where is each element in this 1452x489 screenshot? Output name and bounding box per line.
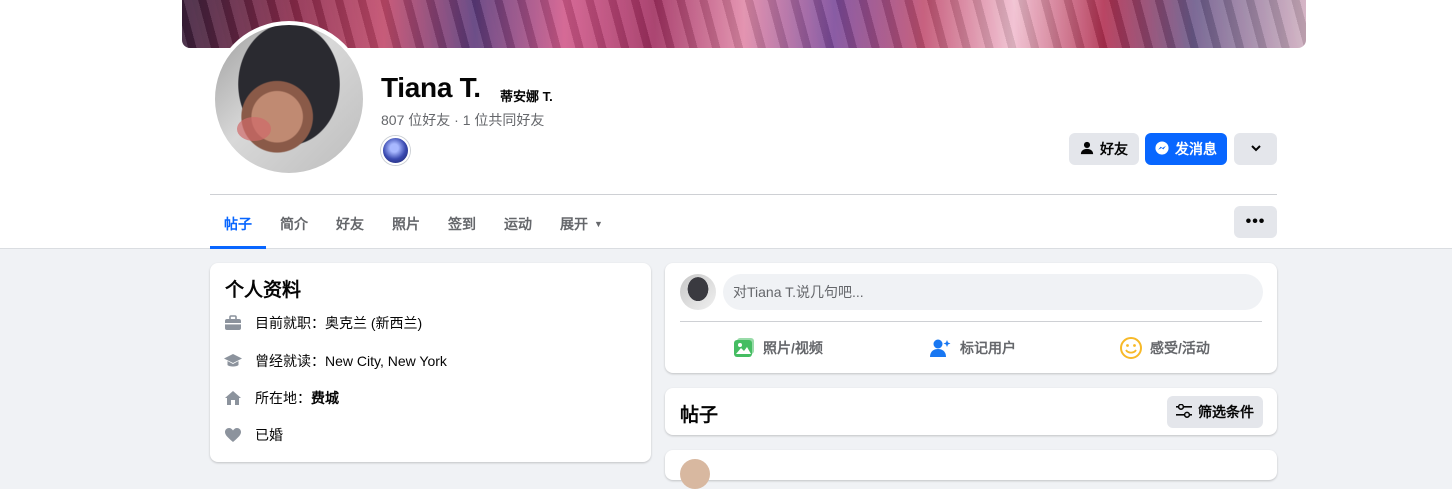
tabs-more-button[interactable]: ••• — [1234, 206, 1277, 238]
post-card — [665, 450, 1277, 489]
intro-title: 个人资料 — [225, 280, 302, 301]
profile-name: Tiana T. — [381, 72, 481, 103]
mutual-friend-avatar[interactable] — [381, 136, 410, 165]
briefcase-icon — [223, 313, 243, 333]
intro-relationship: 已婚 — [223, 425, 283, 445]
tab-friends[interactable]: 好友 — [322, 198, 378, 249]
intro-study: 曾经就读：New City, New York — [223, 351, 447, 371]
friend-button[interactable]: 好友 — [1069, 133, 1139, 165]
graduation-cap-icon — [223, 351, 243, 371]
tab-posts[interactable]: 帖子 — [210, 198, 266, 249]
posts-header-card: 帖子 筛选条件 — [665, 388, 1277, 435]
header-divider — [210, 194, 1277, 195]
home-icon — [223, 388, 243, 408]
post-composer: 对Tiana T.说几句吧... 照片/视频 标记用户 感受/活动 — [665, 263, 1277, 373]
message-button-label: 发消息 — [1175, 141, 1217, 157]
tab-photos[interactable]: 照片 — [378, 198, 434, 249]
intro-work: 目前就职：奥克兰 (新西兰) — [223, 313, 422, 333]
composer-divider — [680, 321, 1262, 322]
profile-alt-name: 蒂安娜 T. — [500, 89, 553, 104]
friends-count[interactable]: 807 位好友 · 1 位共同好友 — [381, 110, 544, 130]
messenger-icon — [1155, 140, 1169, 158]
intro-location: 所在地：费城 — [223, 388, 339, 408]
composer-avatar[interactable] — [680, 274, 716, 310]
tab-checkins[interactable]: 签到 — [434, 198, 490, 249]
friend-button-label: 好友 — [1100, 141, 1128, 157]
photo-video-button[interactable]: 照片/视频 — [733, 334, 823, 362]
tab-sports[interactable]: 运动 — [490, 198, 546, 249]
message-button[interactable]: 发消息 — [1145, 133, 1227, 165]
profile-avatar[interactable] — [211, 21, 367, 177]
chevron-down-icon — [1250, 141, 1262, 157]
tag-people-button[interactable]: 标记用户 — [930, 334, 1016, 362]
sliders-icon — [1176, 403, 1192, 421]
heart-icon — [223, 425, 243, 445]
posts-title: 帖子 — [680, 405, 719, 426]
filter-button[interactable]: 筛选条件 — [1167, 396, 1263, 428]
tag-person-icon — [930, 337, 952, 359]
smiley-icon — [1120, 337, 1142, 359]
study-link[interactable]: New City, New York — [325, 353, 447, 369]
tab-more[interactable]: 展开 ▼ — [546, 198, 617, 249]
composer-input[interactable]: 对Tiana T.说几句吧... — [723, 274, 1263, 310]
photo-icon — [733, 337, 755, 359]
profile-header: Tiana T. 蒂安娜 T. 807 位好友 · 1 位共同好友 好友 发消息… — [0, 0, 1452, 249]
cover-photo[interactable] — [182, 0, 1306, 48]
profile-tabs: 帖子 简介 好友 照片 签到 运动 展开 ▼ — [210, 198, 617, 249]
ellipsis-icon: ••• — [1245, 213, 1266, 230]
intro-card: 个人资料 目前就职：奥克兰 (新西兰) 曾经就读：New City, New Y… — [210, 263, 651, 462]
location-link[interactable]: 费城 — [311, 390, 339, 406]
caret-down-icon: ▼ — [594, 218, 603, 229]
more-options-button[interactable] — [1234, 133, 1277, 165]
work-link[interactable]: 奥克兰 (新西兰) — [325, 315, 422, 331]
feeling-activity-button[interactable]: 感受/活动 — [1120, 334, 1210, 362]
filter-button-label: 筛选条件 — [1198, 404, 1254, 420]
tab-about[interactable]: 简介 — [266, 198, 322, 249]
person-icon — [1080, 141, 1094, 158]
